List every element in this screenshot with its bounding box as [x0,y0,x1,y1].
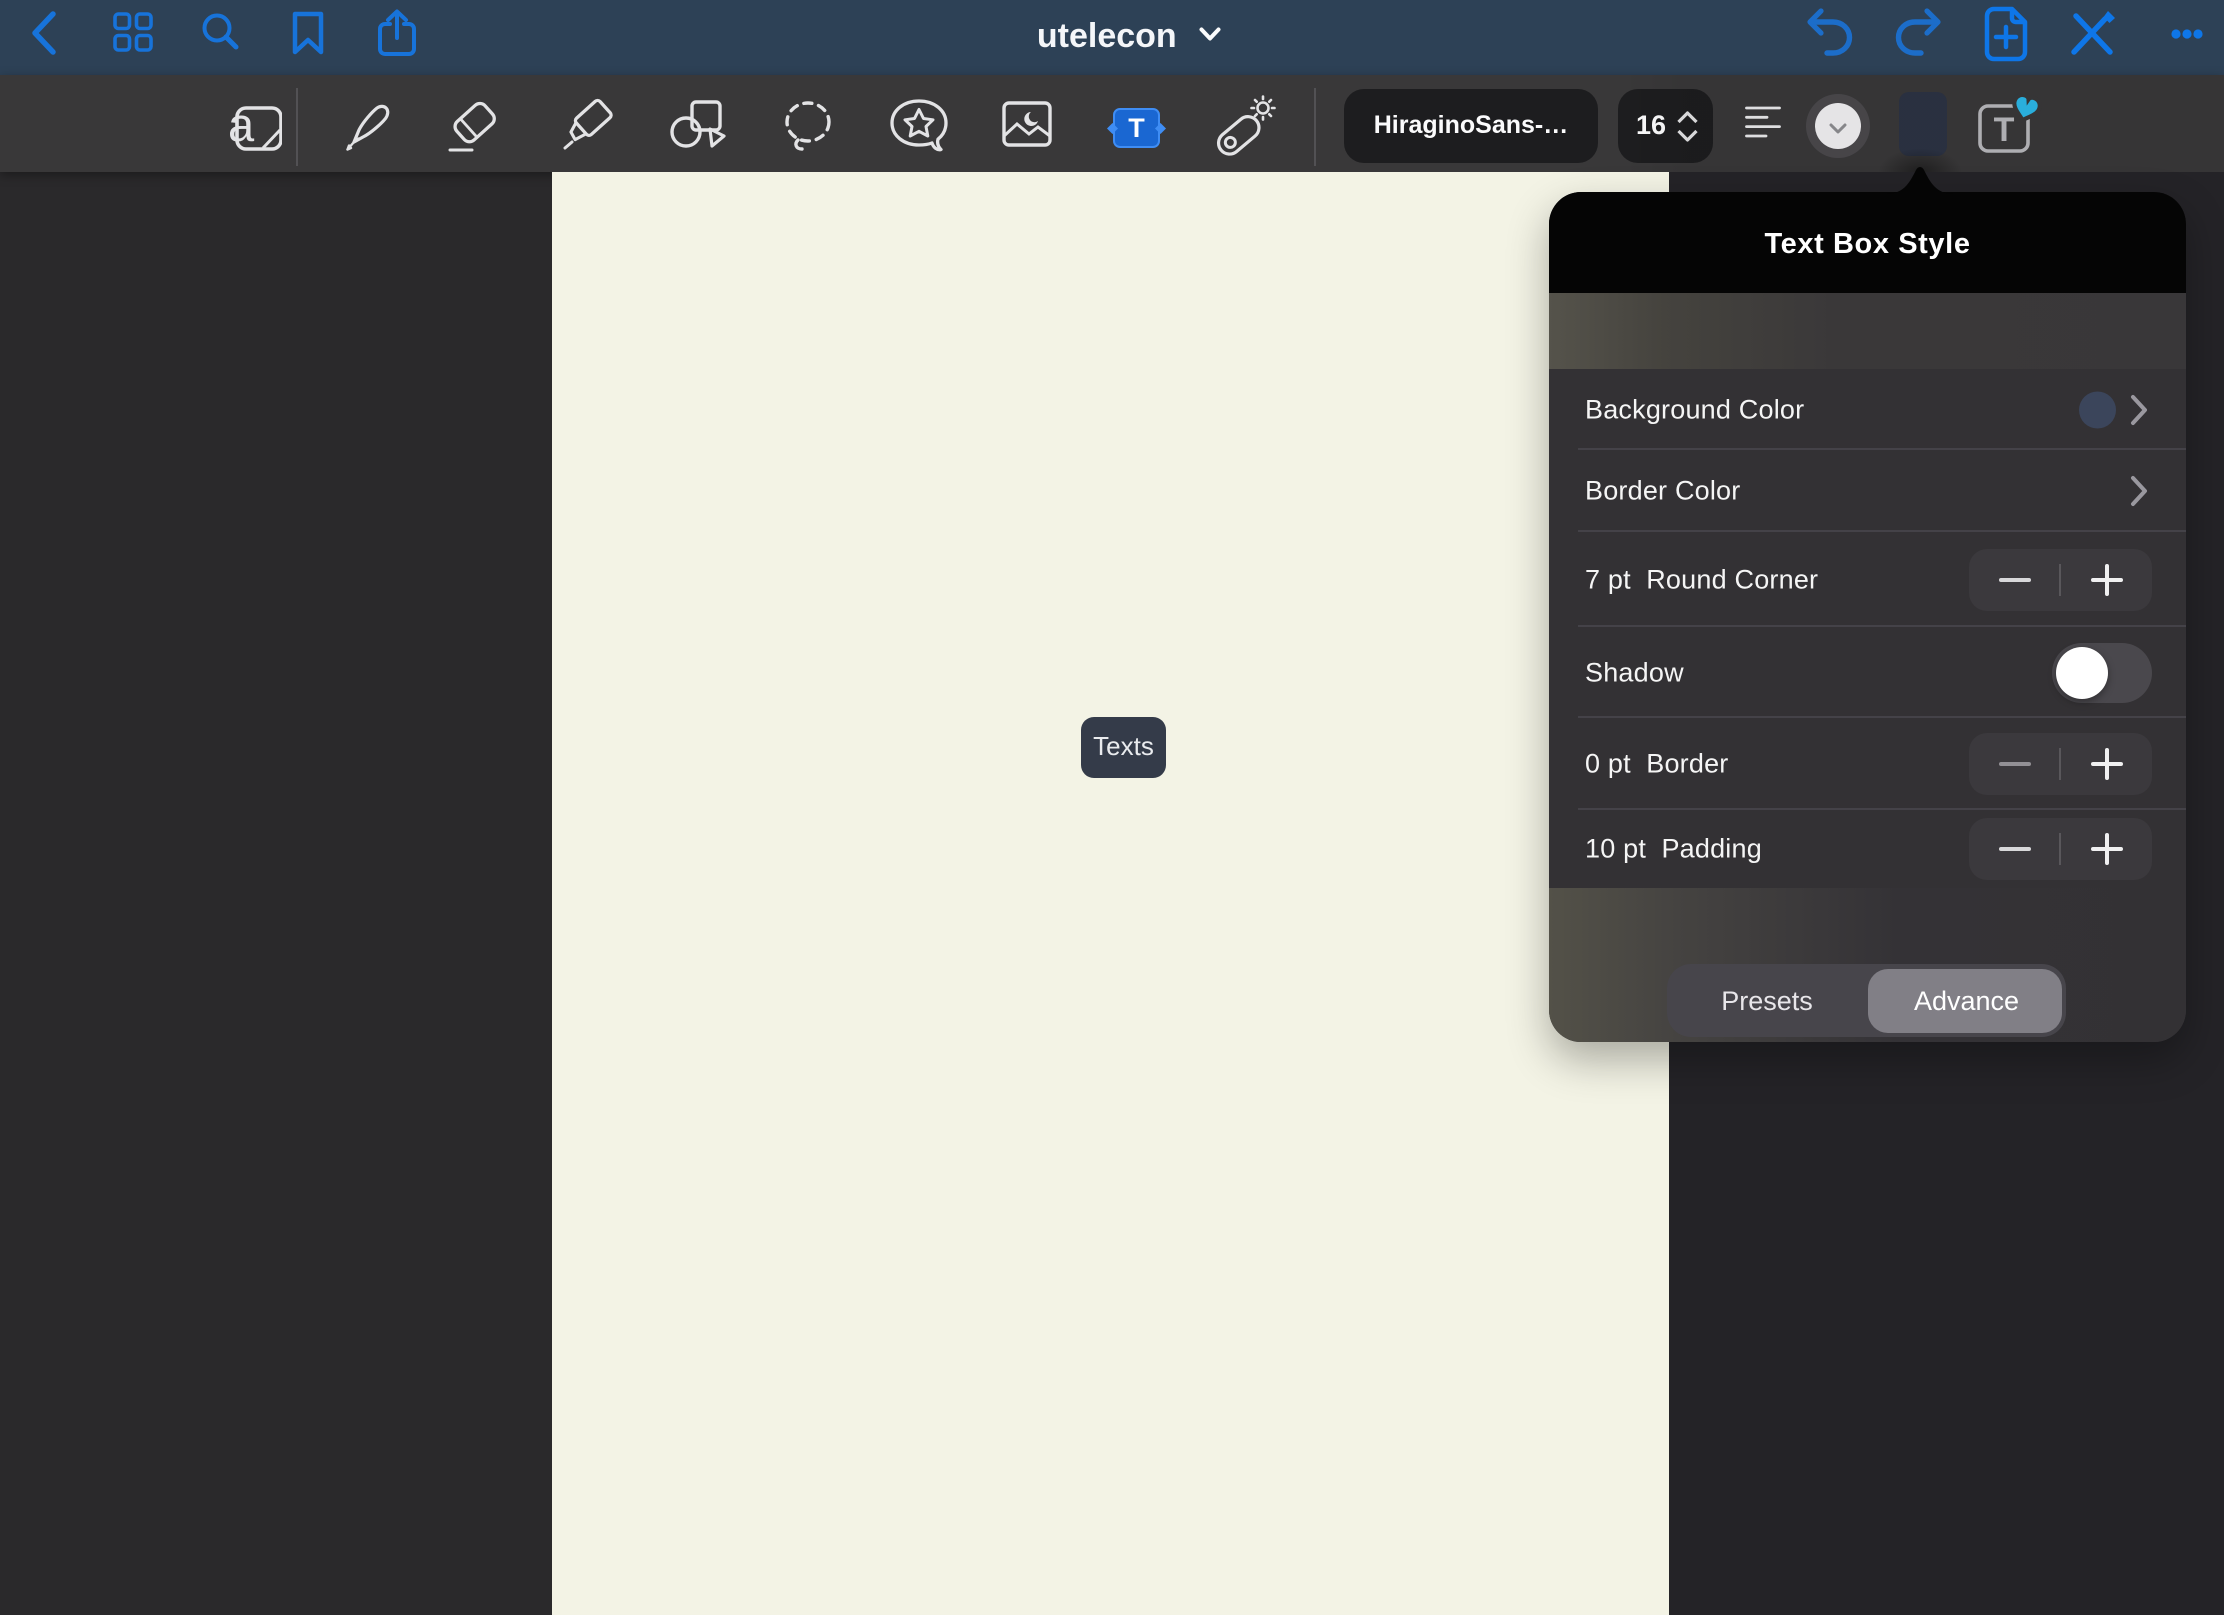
svg-text:a: a [228,100,255,151]
